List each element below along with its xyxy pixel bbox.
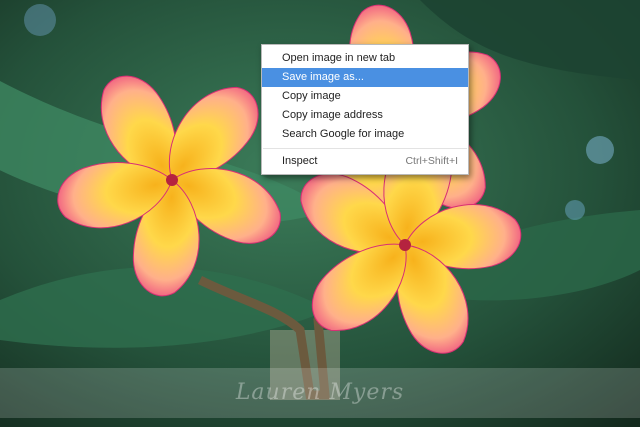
watermark-signature: Lauren Myers <box>235 380 405 405</box>
menu-item-label: Save image as... <box>282 71 364 83</box>
menu-item-shortcut: Ctrl+Shift+I <box>405 155 458 167</box>
menu-separator <box>263 148 467 149</box>
menu-item-label: Open image in new tab <box>282 52 396 64</box>
menu-item-save-image-as[interactable]: Save image as... <box>262 68 468 87</box>
menu-item-inspect[interactable]: Inspect Ctrl+Shift+I <box>262 152 468 171</box>
menu-item-copy-image[interactable]: Copy image <box>262 87 468 106</box>
context-menu: Open image in new tab Save image as... C… <box>261 44 469 175</box>
menu-item-open-image-new-tab[interactable]: Open image in new tab <box>262 49 468 68</box>
menu-item-label: Search Google for image <box>282 128 405 140</box>
menu-item-label: Inspect <box>282 155 318 167</box>
menu-item-copy-image-address[interactable]: Copy image address <box>262 106 468 125</box>
menu-item-label: Copy image <box>282 90 341 102</box>
menu-item-search-google-for-image[interactable]: Search Google for image <box>262 125 468 144</box>
menu-item-label: Copy image address <box>282 109 383 121</box>
